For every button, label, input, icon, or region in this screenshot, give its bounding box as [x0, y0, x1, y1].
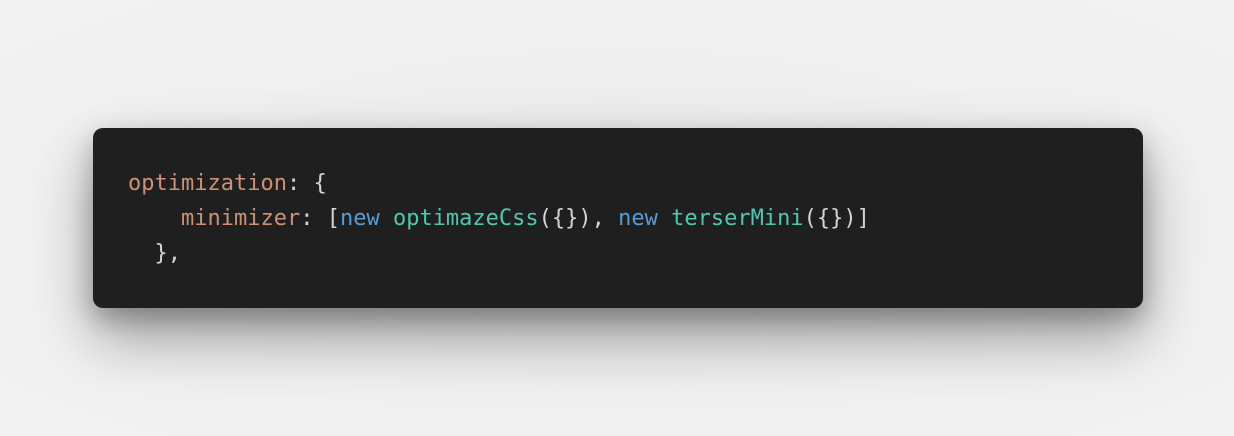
code-token-punctuation: : { [286, 171, 327, 196]
code-token-class: terserMini [671, 206, 804, 231]
code-snippet-card: optimization: { minimizer: [new optimaze… [93, 128, 1143, 308]
code-token-punctuation: }, [128, 241, 181, 266]
canvas-background: optimization: { minimizer: [new optimaze… [0, 0, 1234, 436]
code-token-indent [128, 206, 181, 231]
code-token-property: optimization [128, 171, 287, 196]
code-token-property: minimizer [180, 206, 301, 231]
code-token-punctuation: : [ [300, 206, 340, 231]
code-line-1: optimization: { [128, 166, 870, 201]
code-token-punctuation: ({}), [538, 206, 619, 231]
code-token-keyword: new [339, 206, 380, 231]
code-line-2: minimizer: [new optimazeCss({}), new ter… [128, 201, 870, 236]
code-line-3: }, [128, 236, 870, 271]
code-token-class: optimazeCss [392, 206, 539, 231]
code-block: optimization: { minimizer: [new optimaze… [128, 166, 870, 271]
code-token-keyword: new [618, 206, 658, 231]
code-token-punctuation: ({})] [803, 206, 870, 231]
